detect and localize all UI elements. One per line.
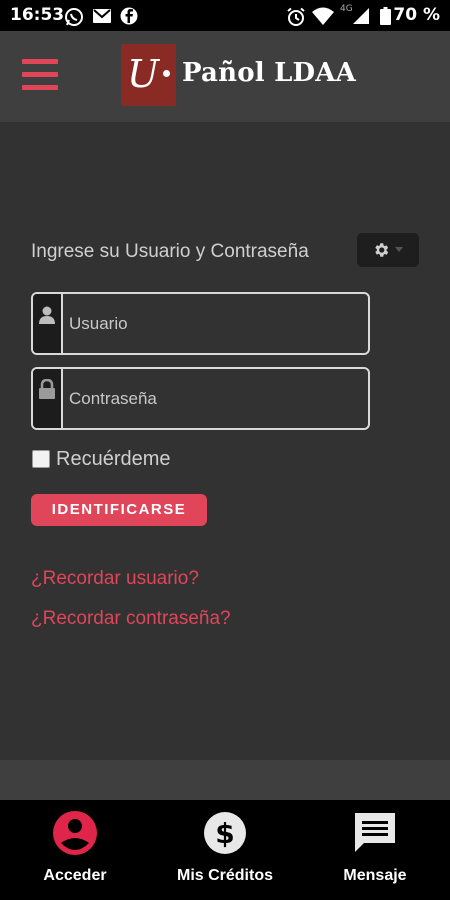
signal-icon (353, 8, 369, 24)
forgot-password-link[interactable]: ¿Recordar contraseña? (31, 608, 231, 630)
battery-icon (380, 7, 391, 25)
username-input[interactable] (69, 294, 359, 353)
logo-dot (163, 70, 170, 77)
nav-label-mis-creditos: Mis Créditos (176, 867, 273, 884)
caret-down-icon (395, 247, 403, 252)
user-addon (33, 294, 63, 353)
account-circle-icon (53, 811, 97, 855)
alarm-icon (287, 7, 305, 26)
password-field (31, 367, 370, 430)
whatsapp-icon (65, 8, 83, 26)
network-type: 4G (340, 4, 353, 14)
settings-dropdown-button[interactable] (357, 233, 419, 267)
login-button[interactable]: IDENTIFICARSE (31, 494, 207, 526)
nav-label-mensaje: Mensaje (343, 867, 407, 884)
footer-strip (0, 760, 450, 800)
gear-icon (375, 243, 389, 257)
menu-icon[interactable] (22, 59, 58, 91)
nav-item-acceder[interactable]: Acceder (0, 800, 150, 900)
bottom-navigation: Acceder $ Mis Créditos Mensaje (0, 800, 450, 900)
message-icon (355, 813, 395, 852)
wifi-icon (312, 7, 334, 25)
app-header: U Pañol LDAA (0, 31, 450, 122)
nav-item-mis-creditos[interactable]: $ Mis Créditos (150, 800, 300, 900)
username-field (31, 292, 370, 355)
app-title: Pañol LDAA (182, 58, 357, 88)
lock-addon (33, 369, 63, 428)
svg-text:$: $ (215, 817, 234, 850)
lock-icon (39, 379, 55, 399)
facebook-icon (120, 7, 138, 25)
user-icon (39, 306, 55, 324)
logo: U (121, 44, 176, 106)
remember-checkbox[interactable] (32, 450, 50, 468)
status-time: 16:53 (10, 5, 65, 25)
nav-label-acceder: Acceder (43, 867, 107, 884)
password-input[interactable] (69, 369, 359, 428)
gmail-icon (93, 9, 111, 23)
forgot-username-link[interactable]: ¿Recordar usuario? (31, 568, 199, 590)
nav-item-mensaje[interactable]: Mensaje (300, 800, 450, 900)
status-bar: 16:53 4G 70 % (0, 0, 450, 31)
dollar-circle-icon: $ (204, 812, 246, 854)
login-panel: Ingrese su Usuario y Contraseña Recuérd (0, 122, 450, 760)
login-prompt: Ingrese su Usuario y Contraseña (31, 241, 309, 262)
battery-percent: 70 % (393, 5, 440, 25)
logo-letter: U (127, 52, 160, 96)
remember-label: Recuérdeme (56, 448, 171, 470)
